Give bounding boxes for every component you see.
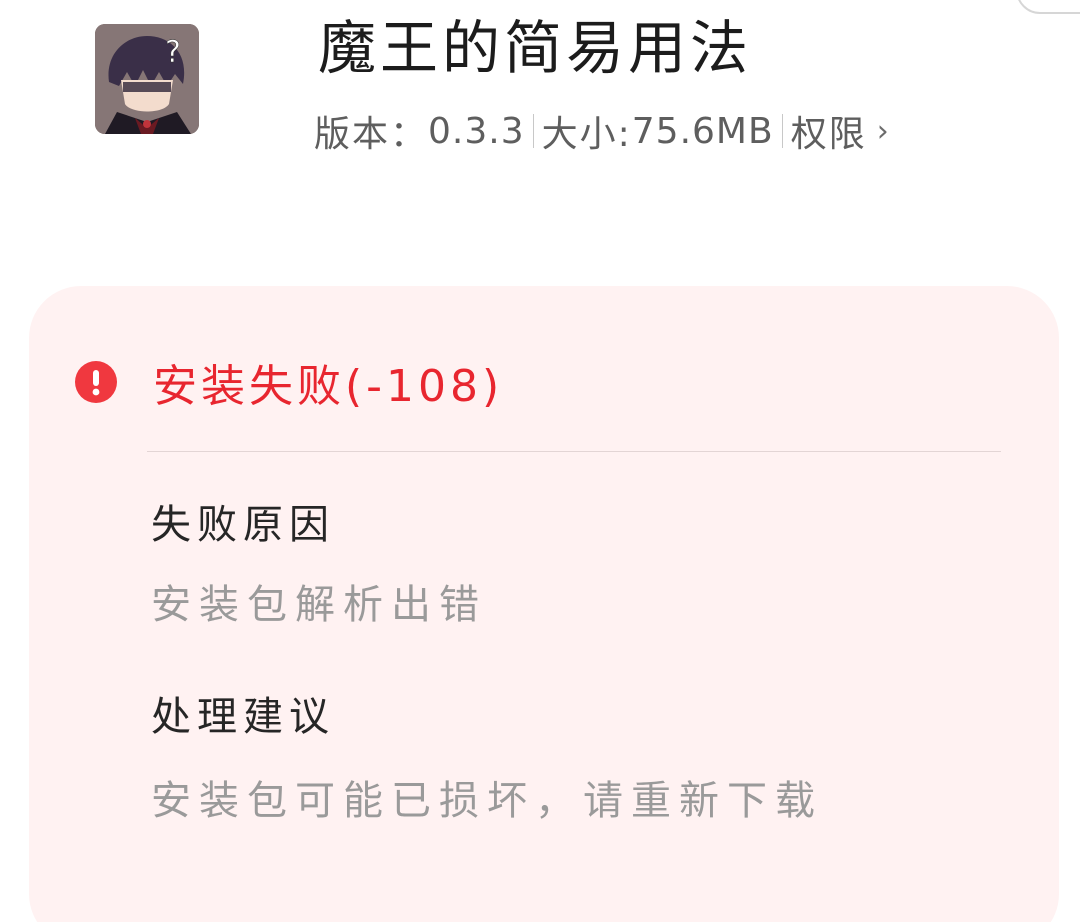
failure-reason-text: 安装包解析出错	[151, 582, 487, 628]
suggestion-title: 处理建议	[151, 694, 335, 740]
meta-separator	[532, 114, 534, 148]
permissions-link[interactable]: 权限	[791, 105, 867, 157]
install-status-text: 安装失败(-108)	[153, 361, 504, 412]
top-right-button-edge[interactable]	[1016, 0, 1080, 14]
suggestion-text: 安装包可能已损坏，请重新下载	[151, 778, 823, 824]
app-name: 魔王的简易用法	[318, 14, 753, 82]
install-status-row: 安装失败(-108)	[75, 352, 503, 412]
app-icon: ?	[95, 24, 199, 134]
app-meta-row: 版本： 0.3.3 大小: 75.6MB 权限 ›	[314, 106, 889, 156]
svg-text:?: ?	[165, 35, 181, 70]
size-value: 75.6MB	[631, 110, 774, 152]
install-failure-card: 安装失败(-108) 失败原因 安装包解析出错 处理建议 安装包可能已损坏，请重…	[29, 286, 1059, 922]
chevron-right-icon[interactable]: ›	[877, 114, 889, 149]
version-value: 0.3.3	[428, 110, 525, 152]
size-label: 大小:	[541, 114, 632, 155]
version-label: 版本：	[314, 114, 429, 155]
divider	[147, 451, 1001, 452]
failure-reason-title: 失败原因	[151, 502, 335, 548]
meta-separator	[781, 114, 783, 148]
install-result-screen: ? 魔王的简易用法 版本： 0.3.3 大小: 75.6MB 权限 › 安装失败…	[0, 0, 1080, 922]
alert-icon	[75, 361, 117, 403]
